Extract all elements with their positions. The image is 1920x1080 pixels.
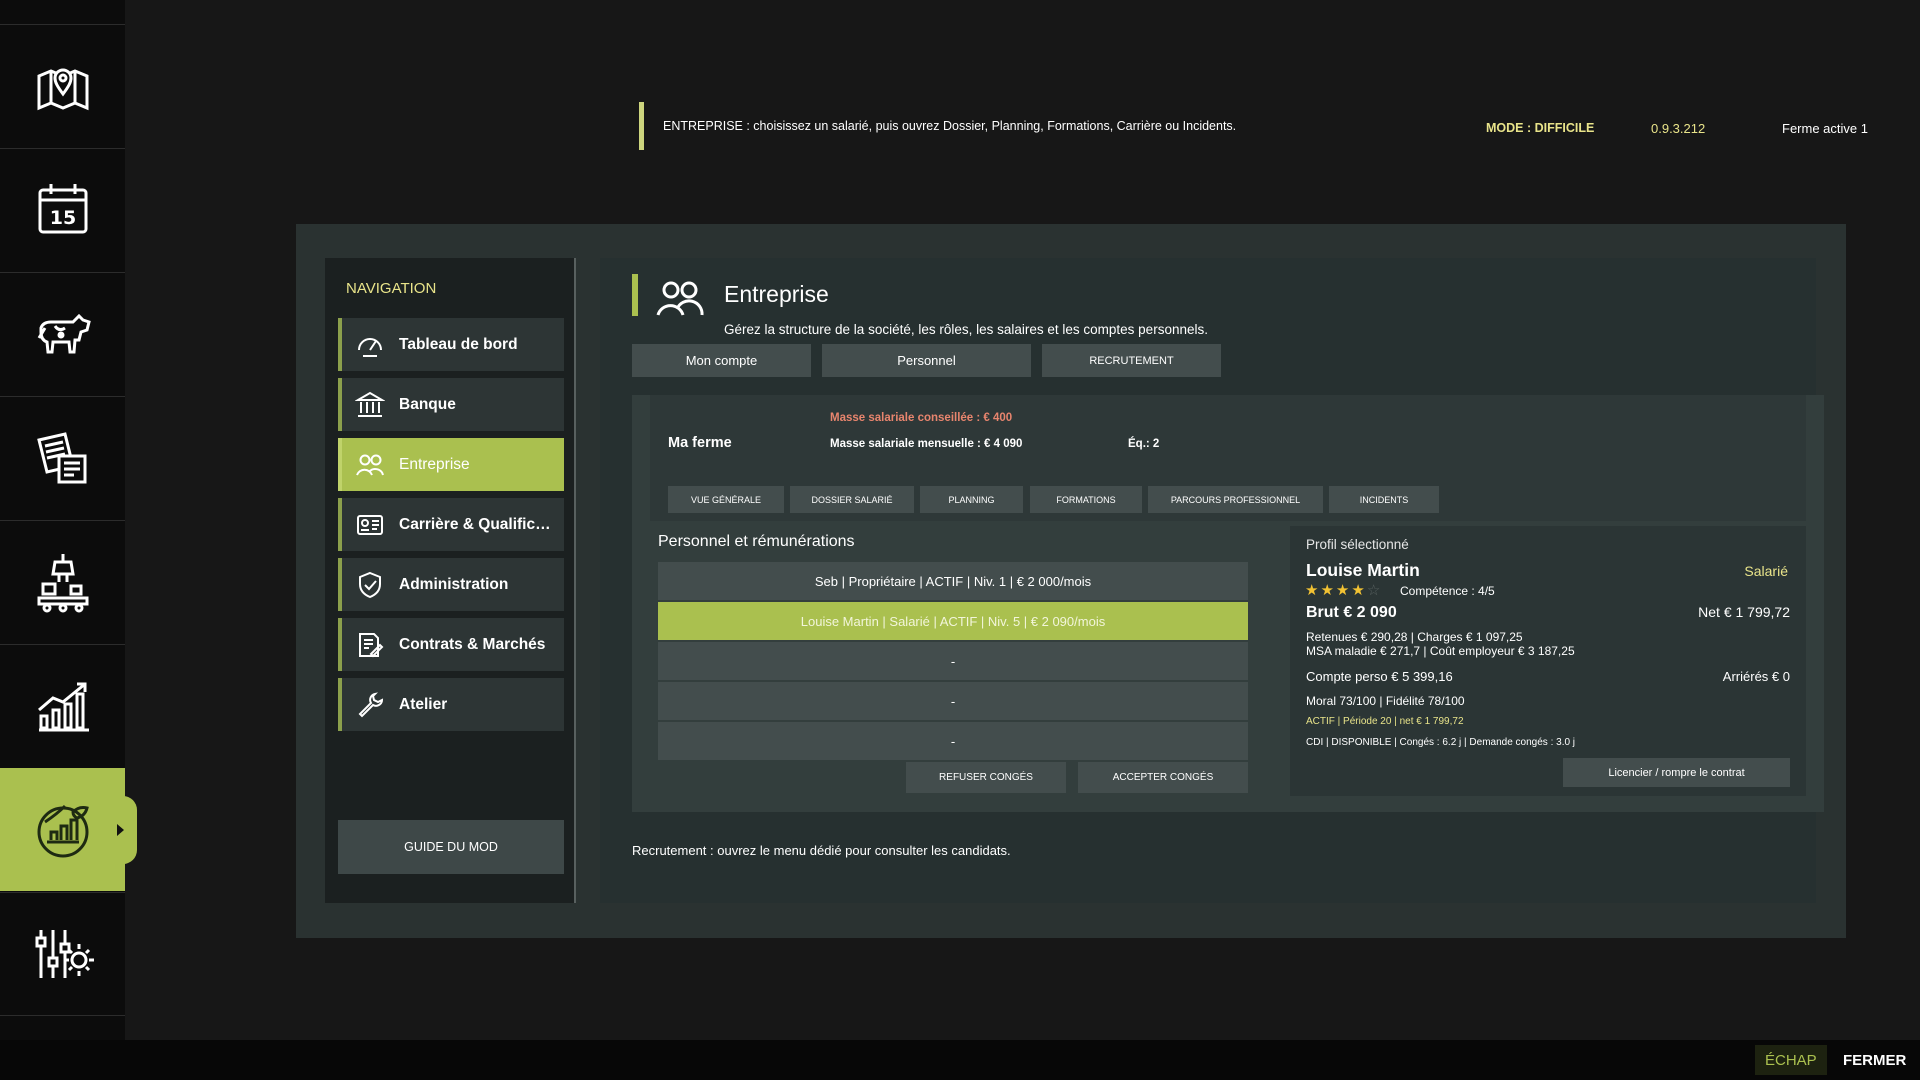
nav-item-atelier[interactable]: Atelier (338, 678, 564, 731)
star-icon: ★ (1351, 582, 1367, 599)
difficulty-mode: MODE : DIFFICILE (1486, 121, 1595, 135)
page-subtitle: Gérez la structure de la société, les rô… (724, 322, 1208, 337)
advised-payroll: Masse salariale conseillée : € 400 (830, 412, 1013, 424)
bottom-bar (0, 1040, 1920, 1080)
rail-mod-button[interactable] (0, 768, 137, 891)
msa-employer-cost: MSA maladie € 271,7 | Coût employeur € 3… (1306, 644, 1575, 658)
star-icon: ★ (1305, 582, 1321, 599)
nav-title: NAVIGATION (346, 280, 437, 297)
terminate-contract-button[interactable]: Licencier / rompre le contrat (1563, 758, 1790, 787)
people-icon (656, 281, 704, 316)
subtab-vue-generale[interactable]: VUE GÉNÉRALE (668, 486, 784, 513)
nav-item-tableau-de-bord[interactable]: Tableau de bord (338, 318, 564, 371)
tab-mon-compte[interactable]: Mon compte (632, 344, 811, 377)
subtab-planning[interactable]: PLANNING (920, 486, 1023, 513)
settings-sliders-icon (35, 930, 94, 978)
star-icon: ★ (1320, 582, 1336, 599)
staff-row-empty[interactable]: - (658, 682, 1248, 720)
nav-label: Banque (399, 395, 456, 413)
nav-item-administration[interactable]: Administration (338, 558, 564, 611)
factory-icon (37, 554, 88, 613)
bank-icon (355, 391, 385, 417)
hint-text: ENTREPRISE : choisissez un salarié, puis… (663, 119, 1237, 133)
staff-row[interactable]: Seb | Propriétaire | ACTIF | Niv. 1 | € … (658, 562, 1248, 600)
subtab-dossier-salarie[interactable]: DOSSIER SALARIÉ (790, 486, 914, 513)
stats-chart-icon (37, 682, 89, 732)
nav-label: Tableau de bord (399, 335, 518, 353)
rail-stats-button[interactable] (0, 644, 125, 767)
nav-label: Carrière & Qualifications (399, 515, 554, 533)
profile-role: Salarié (1744, 563, 1788, 579)
active-rail-arrow (113, 796, 137, 864)
rail-animals-button[interactable] (0, 272, 125, 395)
nav-item-carriere[interactable]: Carrière & Qualifications (338, 498, 564, 551)
dashboard-gauge-icon (358, 337, 382, 357)
competence-stars: ★★★★☆ (1305, 581, 1382, 599)
farm-name: Ma ferme (668, 435, 732, 451)
staff-row-selected[interactable]: Louise Martin | Salarié | ACTIF | Niv. 5… (658, 602, 1248, 640)
nav-item-banque[interactable]: Banque (338, 378, 564, 431)
farm-mod-icon (37, 804, 89, 858)
nav-label: Administration (399, 575, 509, 593)
star-icon: ★ (1335, 582, 1352, 599)
hint-accent-bar (639, 102, 644, 150)
tab-personnel[interactable]: Personnel (822, 344, 1031, 377)
calendar-icon: 15 (38, 184, 87, 234)
refuse-leave-button[interactable]: REFUSER CONGÉS (906, 762, 1066, 793)
shield-check-icon (359, 571, 381, 598)
arrears: Arriérés € 0 (1722, 669, 1790, 684)
gross-salary: Brut € 2 090 (1306, 604, 1397, 621)
recruitment-note: Recrutement : ouvrez le menu dédié pour … (632, 843, 1011, 858)
svg-text:15: 15 (49, 207, 75, 229)
title-accent-bar (632, 274, 638, 316)
profile-name: Louise Martin (1306, 560, 1420, 580)
subtab-incidents[interactable]: INCIDENTS (1329, 486, 1439, 513)
nav-item-contrats[interactable]: Contrats & Marchés (338, 618, 564, 671)
status-period: ACTIF | Période 20 | net € 1 799,72 (1306, 716, 1464, 727)
nav-label: Atelier (399, 695, 448, 713)
accept-leave-button[interactable]: ACCEPTER CONGÉS (1078, 762, 1248, 793)
deductions-charges: Retenues € 290,28 | Charges € 1 097,25 (1306, 630, 1523, 644)
rail-divider (0, 1015, 125, 1016)
rail-calendar-button[interactable]: 15 (0, 148, 125, 271)
nav-label: Entreprise (399, 455, 470, 473)
tab-recrutement[interactable]: RECRUTEMENT (1042, 344, 1221, 377)
personal-account: Compte perso € 5 399,16 (1306, 669, 1453, 684)
icon-rail: 15 (0, 0, 137, 1040)
wrench-icon (358, 691, 384, 717)
map-pin-icon (37, 68, 88, 111)
star-empty-icon: ☆ (1366, 582, 1383, 599)
escape-key-hint[interactable]: ÉCHAP (1755, 1045, 1827, 1075)
mod-version: 0.9.3.212 (1651, 121, 1706, 136)
competence-text: Compétence : 4/5 (1400, 584, 1495, 598)
people-icon (356, 454, 384, 475)
monthly-payroll: Masse salariale mensuelle : € 4 090 (830, 438, 1023, 450)
cow-icon (37, 313, 91, 354)
mod-guide-button[interactable]: GUIDE DU MOD (338, 820, 564, 874)
net-salary: Net € 1 799,72 (1698, 604, 1790, 620)
rail-production-button[interactable] (0, 520, 125, 643)
staff-row-empty[interactable]: - (658, 722, 1248, 760)
active-farm: Ferme active 1 (1782, 121, 1868, 136)
nav-item-entreprise[interactable]: Entreprise (338, 438, 564, 491)
contract-leave-info: CDI | DISPONIBLE | Congés : 6.2 j | Dema… (1306, 737, 1576, 748)
subtab-parcours-professionnel[interactable]: PARCOURS PROFESSIONNEL (1148, 486, 1323, 513)
rail-contracts-button[interactable] (0, 396, 125, 519)
page-title: Entreprise (724, 281, 829, 307)
rail-map-button[interactable] (0, 24, 125, 147)
close-button[interactable]: FERMER (1843, 1052, 1906, 1069)
staff-section-title: Personnel et rémunérations (658, 533, 855, 550)
nav-divider (574, 258, 576, 903)
subtab-formations[interactable]: FORMATIONS (1030, 486, 1142, 513)
contract-icon (359, 632, 384, 657)
documents-icon (36, 432, 86, 484)
morale-loyalty: Moral 73/100 | Fidélité 78/100 (1306, 694, 1465, 708)
nav-label: Contrats & Marchés (399, 635, 546, 653)
profile-label: Profil sélectionné (1306, 537, 1409, 552)
id-card-icon (357, 514, 383, 535)
staff-row-empty[interactable]: - (658, 642, 1248, 680)
rail-settings-button[interactable] (0, 892, 125, 1015)
team-size: Éq.: 2 (1128, 438, 1160, 450)
